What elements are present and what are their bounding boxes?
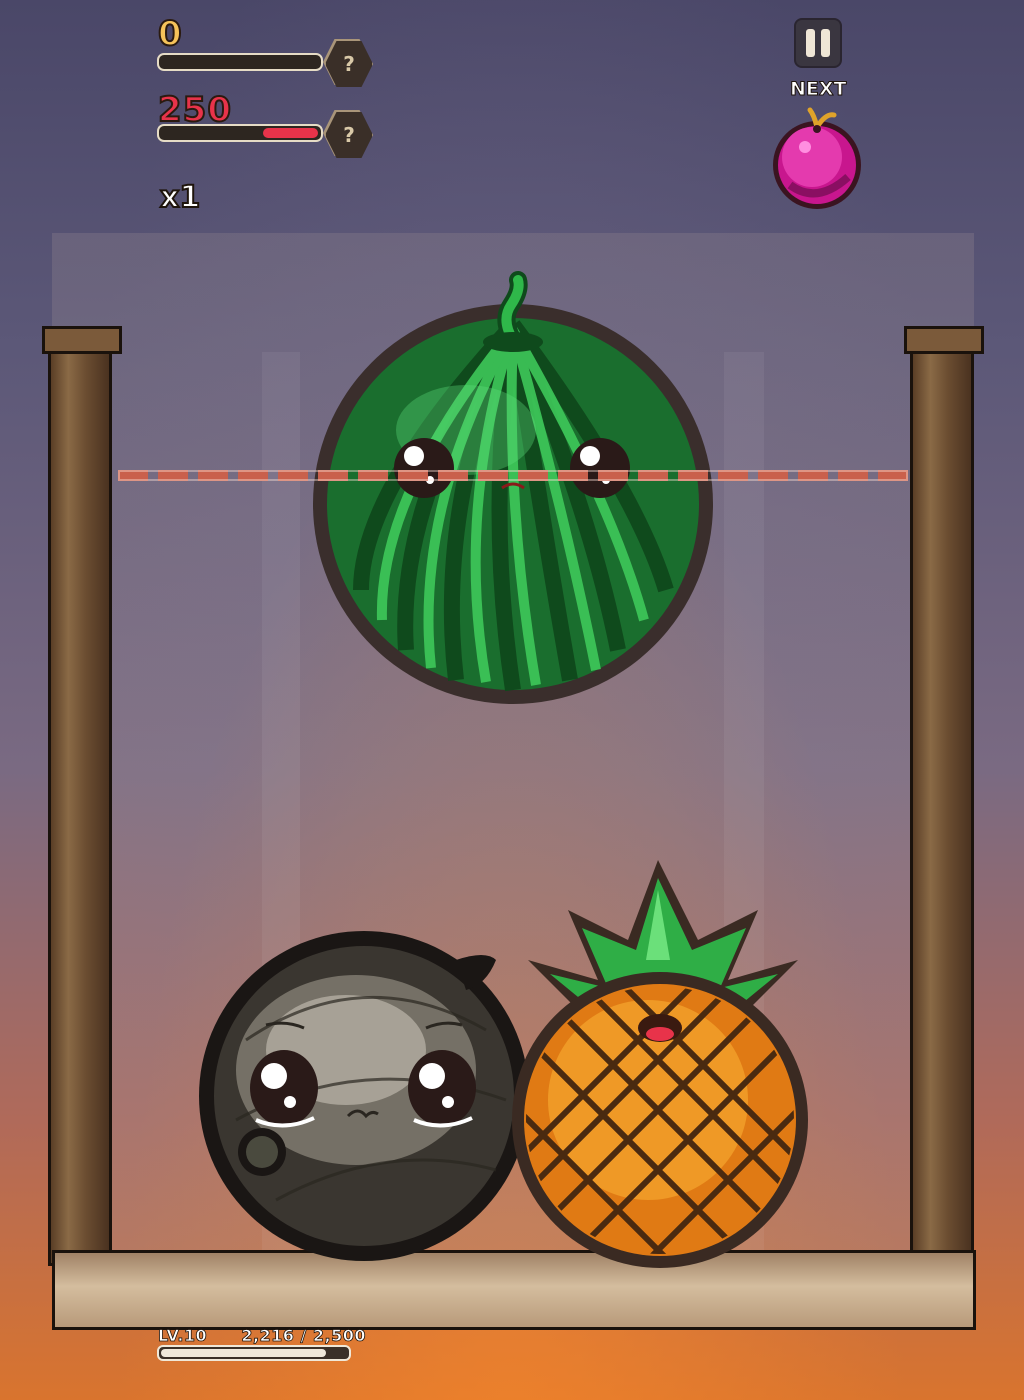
coconut-fruit [199,931,529,1261]
pineapple-fruit [512,860,808,1268]
pause-icon [806,29,815,57]
pause-icon-bar [821,29,830,57]
xp-bar [157,1345,351,1361]
left-wall-cap [42,326,122,354]
level-label: LV.10 2,216 / 2,500 [158,1326,367,1346]
right-wall [910,330,974,1266]
danger-line [118,470,908,481]
xp-value: 2,216 / 2,500 [241,1326,367,1346]
next-label: NEXT [790,78,848,101]
score-bar [157,53,323,71]
target-bar-fill [263,128,318,138]
multiplier-label: x1 [159,179,201,216]
next-fruit-plum-icon [773,107,861,209]
left-wall [48,330,112,1266]
score-value: 0 [157,13,183,55]
xp-bar-fill [161,1349,326,1357]
right-wall-cap [904,326,984,354]
watermelon-fruit [313,271,713,704]
pause-button[interactable] [794,18,842,68]
level-value: LV.10 [158,1326,208,1346]
target-bar [157,124,323,142]
